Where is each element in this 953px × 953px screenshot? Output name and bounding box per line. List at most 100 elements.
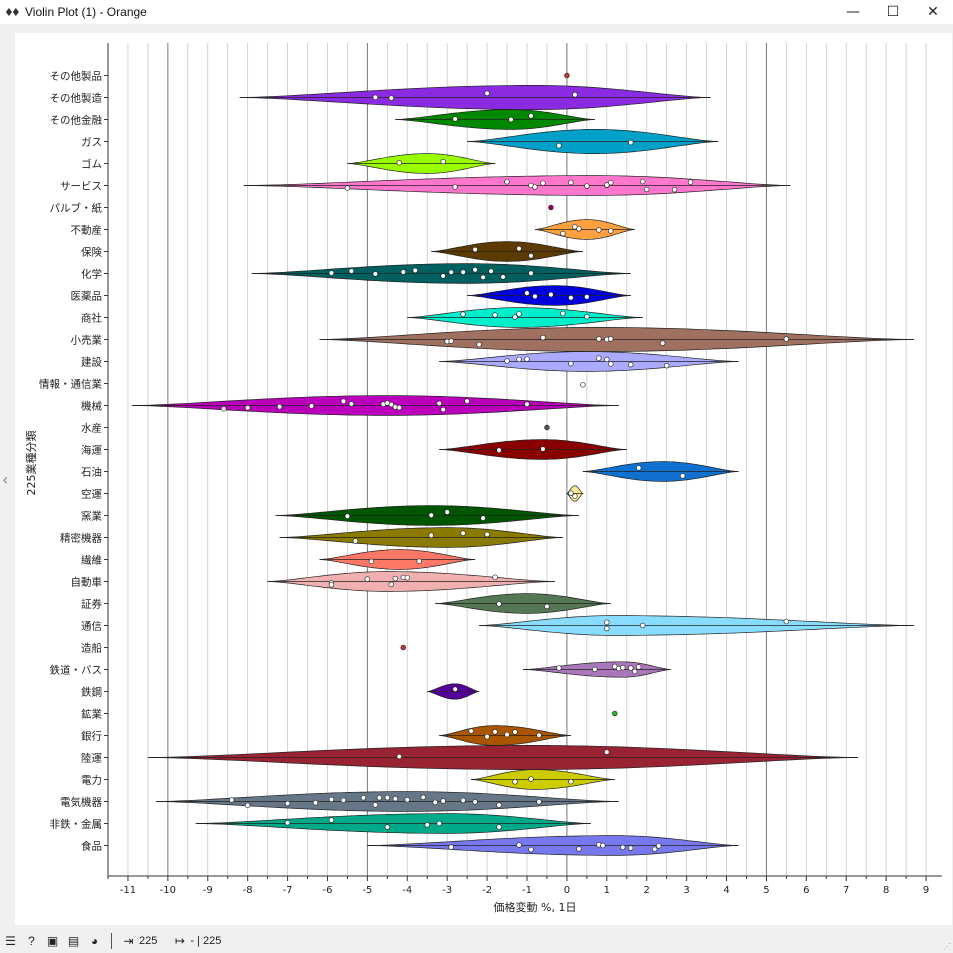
collapse-panel-arrow-icon[interactable]: ‹ xyxy=(2,470,8,489)
x-tick-label: 9 xyxy=(923,885,929,896)
data-point xyxy=(244,405,251,411)
data-point xyxy=(472,267,478,273)
data-point xyxy=(504,179,510,185)
resize-grip-icon[interactable]: ⋰ xyxy=(943,942,951,951)
data-point xyxy=(452,686,458,692)
data-point xyxy=(636,465,642,471)
data-point xyxy=(604,749,610,755)
y-tick-label: 機械 xyxy=(81,400,102,413)
data-point xyxy=(484,90,490,97)
menu-icon[interactable]: ☰ xyxy=(0,934,21,948)
x-tick-label: -9 xyxy=(203,885,213,896)
data-point xyxy=(368,558,375,565)
y-tick-label: 水産 xyxy=(81,422,102,435)
data-point xyxy=(544,424,550,431)
data-point xyxy=(492,574,498,580)
data-point xyxy=(460,530,466,536)
data-point xyxy=(432,799,438,806)
data-point xyxy=(444,509,450,515)
data-point xyxy=(496,601,502,607)
y-tick-label: ゴム xyxy=(81,158,102,171)
x-tick-label: 2 xyxy=(644,885,650,896)
data-point xyxy=(360,795,367,801)
data-point xyxy=(584,294,590,300)
y-tick-label: 不動産 xyxy=(71,224,103,237)
data-point xyxy=(440,158,446,165)
data-point xyxy=(276,404,283,410)
save-icon[interactable]: ▣ xyxy=(42,934,63,948)
data-point xyxy=(384,794,391,801)
data-point xyxy=(564,72,570,79)
data-point xyxy=(340,797,347,803)
data-point xyxy=(400,644,406,651)
data-point xyxy=(392,575,399,582)
data-point xyxy=(516,245,522,252)
data-point xyxy=(628,665,634,671)
y-tick-label: 海運 xyxy=(81,444,102,457)
data-point xyxy=(516,356,522,363)
data-point xyxy=(584,183,590,189)
window-title: Violin Plot (1) - Orange xyxy=(25,5,147,19)
minimize-icon: — xyxy=(846,4,860,20)
data-point xyxy=(284,820,291,826)
data-point xyxy=(464,398,470,404)
y-tick-label: 食品 xyxy=(81,840,102,853)
x-tick-label: 4 xyxy=(723,885,729,896)
y-tick-label: 自動車 xyxy=(71,576,103,589)
data-point xyxy=(532,293,538,300)
data-point xyxy=(496,802,502,808)
report-icon[interactable]: ▤ xyxy=(63,934,84,948)
x-tick-label: 0 xyxy=(564,885,570,896)
data-point xyxy=(352,538,359,544)
data-point xyxy=(476,341,482,348)
data-point xyxy=(532,184,538,190)
y-tick-label: 情報・通信業 xyxy=(39,378,102,391)
data-point xyxy=(504,358,510,364)
data-point xyxy=(496,447,502,453)
data-point xyxy=(428,512,434,518)
data-point xyxy=(448,269,454,275)
data-point xyxy=(572,92,578,98)
data-point xyxy=(671,186,678,193)
data-point xyxy=(436,820,442,827)
maximize-button[interactable]: ☐ xyxy=(873,0,913,24)
data-point xyxy=(560,310,566,317)
data-point xyxy=(392,796,399,802)
data-point xyxy=(568,295,574,301)
y-tick-label: 陸運 xyxy=(81,752,102,765)
x-tick-label: 6 xyxy=(803,885,809,896)
x-tick-label: -3 xyxy=(442,885,452,896)
data-point xyxy=(548,204,554,211)
data-point xyxy=(452,184,458,190)
data-point xyxy=(512,779,518,785)
data-point xyxy=(528,253,534,259)
input-count: 225 xyxy=(139,935,158,947)
y-tick-label: 精密機器 xyxy=(60,532,102,545)
data-point xyxy=(524,356,530,362)
data-point xyxy=(348,401,355,407)
data-point xyxy=(428,532,434,539)
help-icon[interactable]: ? xyxy=(21,934,42,948)
data-point xyxy=(783,336,790,342)
data-point xyxy=(584,314,590,320)
data-point xyxy=(312,800,319,806)
close-button[interactable]: ✕ xyxy=(913,0,953,24)
data-point xyxy=(448,338,454,344)
data-point xyxy=(783,618,790,625)
x-tick-label: -1 xyxy=(522,885,532,896)
y-tick-label: パルブ・紙 xyxy=(50,202,103,215)
data-point xyxy=(416,558,422,564)
data-point xyxy=(348,268,355,274)
data-point xyxy=(524,401,530,407)
x-tick-label: -7 xyxy=(283,885,293,896)
data-point xyxy=(480,515,486,521)
data-point xyxy=(372,802,379,808)
y-tick-label: 通信 xyxy=(81,621,102,633)
violins xyxy=(131,72,915,856)
data-point xyxy=(344,185,351,191)
data-point xyxy=(636,664,642,670)
data-point xyxy=(524,290,530,296)
x-tick-label: -8 xyxy=(243,885,253,896)
minimize-button[interactable]: — xyxy=(833,0,873,24)
palette-icon[interactable]: ◕ xyxy=(84,934,105,948)
